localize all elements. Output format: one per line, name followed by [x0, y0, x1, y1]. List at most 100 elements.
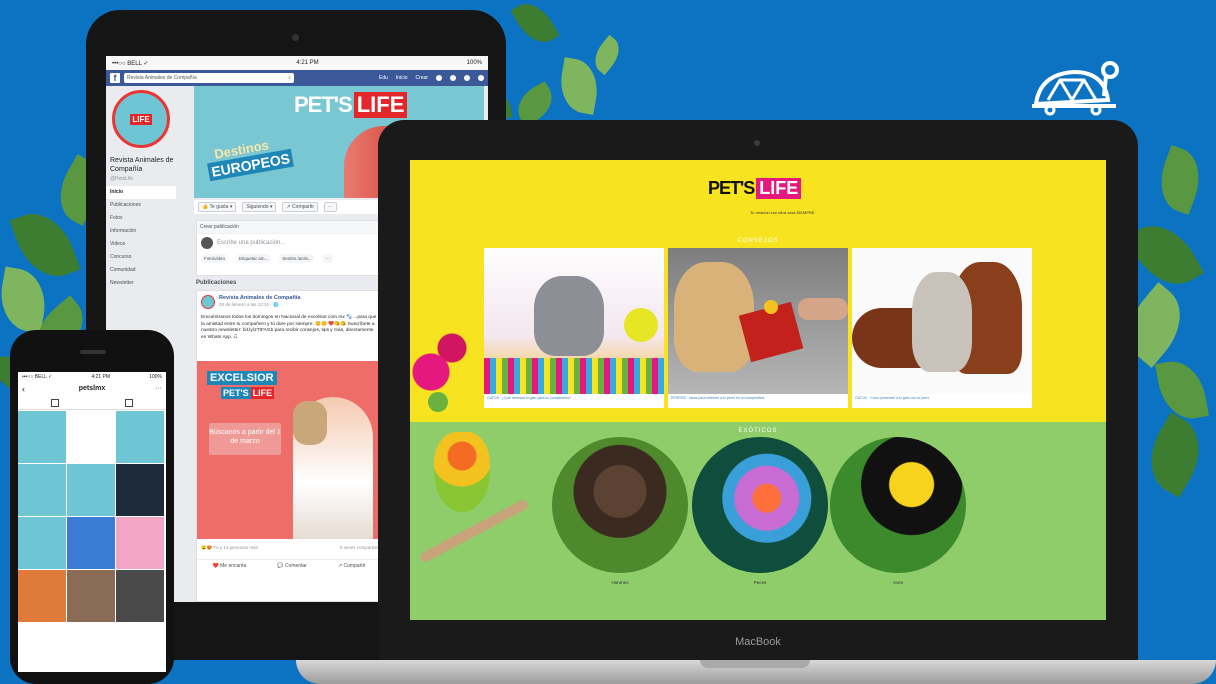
facebook-logo-icon[interactable]: f	[110, 73, 120, 83]
phone-device: •••○○ BELL ✓ 4:21 PM 100% ‹ petslmx ···	[10, 330, 174, 684]
comment-button[interactable]: 💬 Comentar	[277, 563, 307, 569]
notifications-icon[interactable]	[464, 75, 470, 81]
cat-confetti-image	[484, 248, 664, 394]
page-handle: @PetsLife	[110, 176, 134, 182]
post-author[interactable]: Revista Animales de Compañía	[219, 295, 300, 301]
avatar-logo: LIFE	[130, 113, 152, 125]
ball-decoration	[428, 392, 448, 412]
menu-item-concurso[interactable]: Concurso	[106, 251, 176, 264]
nav-home[interactable]: Inicio	[396, 75, 408, 81]
menu-item-newsletter[interactable]: Newsletter	[106, 277, 176, 290]
post-stats: 😮😍 Tú y 14 personas más 5 veces comparti…	[201, 545, 379, 551]
create-post-input[interactable]: Escribe una publicación...	[197, 234, 381, 252]
photo-video-button[interactable]: Foto/video	[201, 254, 229, 263]
share-button[interactable]: ↗ Compartir	[282, 202, 318, 212]
instagram-post-thumbnail[interactable]	[116, 464, 164, 516]
instagram-post-thumbnail[interactable]	[116, 570, 164, 622]
site-logo[interactable]: PET'S LIFE	[708, 178, 802, 199]
site-tagline: Tu relación con ellos será SIEMPRE	[750, 210, 815, 215]
more-icon[interactable]: ···	[155, 382, 162, 396]
friends-icon[interactable]	[436, 75, 442, 81]
instagram-post-thumbnail[interactable]	[18, 517, 66, 569]
post-image-excelsior: EXCELSIOR	[207, 371, 277, 385]
post-share-button[interactable]: ↗ Compartir	[338, 563, 366, 569]
user-avatar	[201, 237, 213, 249]
card-caption[interactable]: GATOS · ¿Qué necesita tu gato para su cu…	[487, 396, 661, 400]
facebook-search-input[interactable]: Revista Animales de Compañía ⌕	[124, 73, 294, 83]
branch-decoration	[418, 498, 530, 564]
menu-item-informacion[interactable]: Información	[106, 225, 176, 238]
tagged-view-icon[interactable]	[125, 398, 133, 407]
love-button[interactable]: ❤️ Me encanta	[213, 563, 247, 569]
ferret-image[interactable]	[552, 437, 688, 573]
phone-status-bar: •••○○ BELL ✓ 4:21 PM 100%	[18, 372, 166, 382]
page-menu: Inicio Publicaciones Fotos Información V…	[106, 186, 176, 290]
messenger-icon[interactable]	[450, 75, 456, 81]
pug-photo	[293, 401, 327, 445]
back-icon[interactable]: ‹	[22, 382, 25, 396]
profile-tabs	[18, 396, 166, 410]
post-image-text: Búscanos a partir del 1 de marzo	[209, 423, 281, 455]
fish-image[interactable]	[692, 437, 828, 573]
instagram-post-thumbnail[interactable]	[116, 517, 164, 569]
instagram-post-thumbnail[interactable]	[67, 517, 115, 569]
battery: 100%	[466, 60, 482, 66]
article-card[interactable]: GATOS · ¿Qué necesita tu gato para su cu…	[484, 248, 664, 408]
clock: 4:21 PM	[91, 374, 111, 380]
laptop-camera	[754, 140, 760, 146]
article-card[interactable]: PERROS · Ideas para celebrar a tu perro …	[668, 248, 848, 408]
create-post-box: Crear publicación Escribe una publicació…	[196, 220, 382, 276]
toucan-image[interactable]	[830, 437, 966, 573]
circle-caption[interactable]: Aves	[830, 580, 966, 585]
instagram-grid	[18, 410, 166, 622]
page-avatar[interactable]: LIFE	[112, 90, 170, 148]
more-options-button[interactable]: ···	[322, 254, 333, 263]
post-image[interactable]: EXCELSIOR PET'S LIFE Búscanos a partir d…	[197, 361, 381, 539]
publications-heading: Publicaciones	[196, 280, 237, 286]
menu-item-publicaciones[interactable]: Publicaciones	[106, 199, 176, 212]
more-button[interactable]: ···	[324, 202, 337, 212]
tag-friends-button[interactable]: Etiquetar am...	[236, 254, 272, 263]
instagram-post-thumbnail[interactable]	[116, 411, 164, 463]
post-text: Encuéntranos todos los domingos en Nacio…	[201, 315, 377, 340]
card-caption[interactable]: PERROS · Ideas para celebrar a tu perro …	[671, 396, 845, 400]
battery: 100%	[149, 374, 162, 380]
carrier: •••○○ BELL ✓	[22, 374, 53, 380]
laptop-screen: PET'S LIFE Tu relación con ellos será SI…	[410, 160, 1106, 620]
menu-item-fotos[interactable]: Fotos	[106, 212, 176, 225]
menu-item-videos[interactable]: Videos	[106, 238, 176, 251]
section-title-consejos: CONSEJOS	[737, 238, 779, 244]
instagram-post-thumbnail[interactable]	[18, 464, 66, 516]
site-top-section: PET'S LIFE Tu relación con ellos será SI…	[410, 160, 1106, 422]
post-date[interactable]: 28 de febrero a las 12:15 · 🌐	[219, 302, 279, 308]
help-icon[interactable]	[478, 75, 484, 81]
create-post-options: Foto/video Etiquetar am... Sentim./activ…	[197, 252, 381, 265]
menu-item-inicio[interactable]: Inicio	[106, 186, 176, 199]
instagram-post-thumbnail[interactable]	[67, 464, 115, 516]
instagram-post-thumbnail[interactable]	[18, 411, 66, 463]
laptop-device: PET'S LIFE Tu relación con ellos será SI…	[378, 120, 1138, 660]
instagram-post-thumbnail[interactable]	[67, 411, 115, 463]
post-author-avatar[interactable]	[201, 295, 215, 309]
cover-logo: PET'S LIFE	[294, 92, 408, 118]
nav-create[interactable]: Crear	[415, 75, 428, 81]
menu-item-comunidad[interactable]: Comunidad	[106, 264, 176, 277]
circle-caption[interactable]: Peces	[692, 580, 828, 585]
circle-caption[interactable]: Hurones	[552, 580, 688, 585]
instagram-post-thumbnail[interactable]	[18, 570, 66, 622]
post-shares[interactable]: 5 veces compartido	[340, 545, 379, 551]
article-card[interactable]: GATOS · Cómo presentar a tu gato con tu …	[852, 248, 1032, 408]
turtle-icon	[1032, 61, 1119, 116]
cat-dachshund-image	[852, 248, 1032, 394]
post-image-logo: PET'S LIFE	[221, 387, 275, 399]
site-exotics-section: EXÓTICOS Hurones Peces Aves	[410, 422, 1106, 620]
following-button[interactable]: Siguiendo ▾	[242, 202, 277, 212]
like-button[interactable]: 👍 Te gusta ▾	[198, 202, 237, 212]
nav-profile[interactable]: Edu	[379, 75, 388, 81]
laptop-brand-label: MacBook	[735, 636, 781, 648]
card-caption[interactable]: GATOS · Cómo presentar a tu gato con tu …	[855, 396, 1029, 400]
instagram-post-thumbnail[interactable]	[67, 570, 115, 622]
feeling-button[interactable]: Sentim./activ...	[279, 254, 315, 263]
post-reactions[interactable]: 😮😍 Tú y 14 personas más	[201, 545, 258, 551]
grid-view-icon[interactable]	[51, 398, 59, 407]
